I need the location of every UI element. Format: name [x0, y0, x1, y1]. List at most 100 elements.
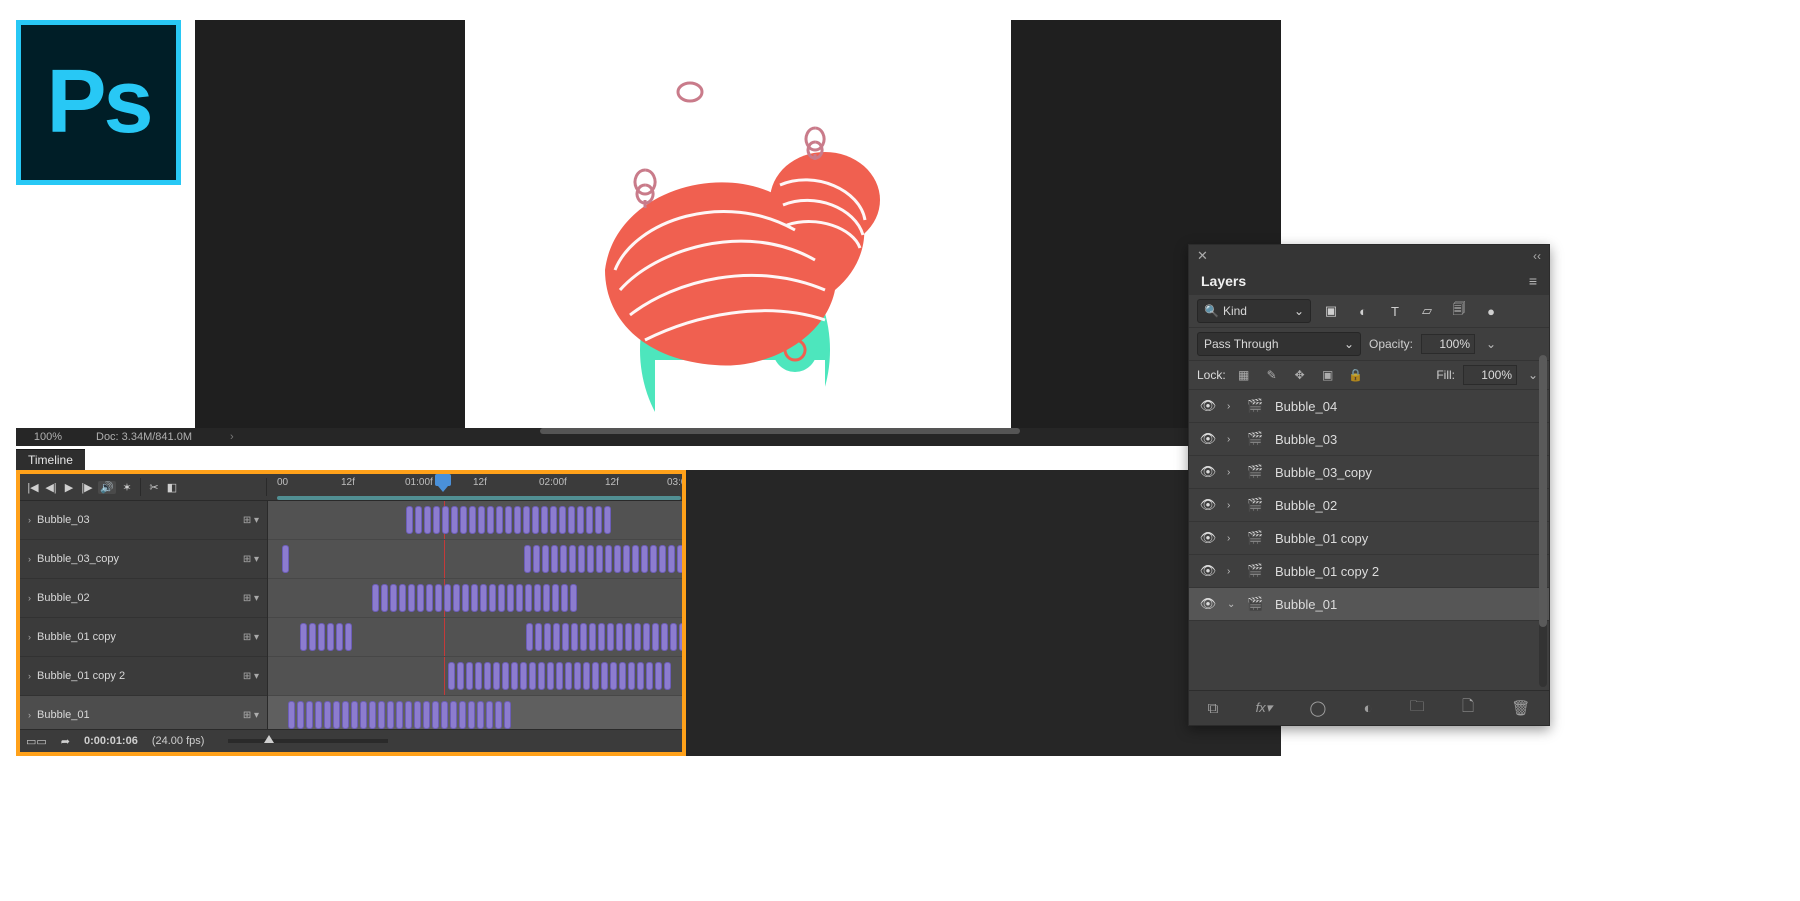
frame-thumb[interactable]: [604, 506, 611, 534]
frame-thumb[interactable]: [297, 701, 304, 729]
frame-thumb[interactable]: [670, 623, 677, 651]
layer-expand-chevron[interactable]: ›: [1227, 401, 1237, 412]
frame-thumb[interactable]: [309, 623, 316, 651]
layer-row[interactable]: 👁›🎬Bubble_02: [1189, 489, 1549, 522]
layer-row[interactable]: 👁›🎬Bubble_03_copy: [1189, 456, 1549, 489]
layer-name[interactable]: Bubble_02: [1275, 498, 1539, 513]
timecode[interactable]: 0:00:01:06: [84, 735, 138, 747]
layer-row[interactable]: 👁›🎬Bubble_01 copy 2: [1189, 555, 1549, 588]
timeline-settings-button[interactable]: ✶: [118, 481, 136, 494]
frame-thumb[interactable]: [405, 701, 412, 729]
frame-thumb[interactable]: [562, 623, 569, 651]
frame-thumb[interactable]: [570, 584, 577, 612]
clip-segment[interactable]: [524, 545, 682, 573]
layer-name[interactable]: Bubble_03_copy: [1275, 465, 1539, 480]
frame-thumb[interactable]: [632, 545, 639, 573]
blend-mode-select[interactable]: Pass Through ⌄: [1197, 332, 1361, 356]
clip-segment[interactable]: [288, 701, 511, 729]
playhead-handle[interactable]: [435, 474, 451, 486]
frame-thumb[interactable]: [625, 623, 632, 651]
frame-thumb[interactable]: [547, 662, 554, 690]
frame-thumb[interactable]: [390, 584, 397, 612]
frame-thumb[interactable]: [601, 662, 608, 690]
frame-thumb[interactable]: [475, 662, 482, 690]
fx-icon[interactable]: fx▾: [1256, 700, 1273, 716]
zoom-level[interactable]: 100%: [26, 431, 70, 443]
new-layer-icon[interactable]: 🗋: [1462, 696, 1474, 721]
frame-thumb[interactable]: [578, 545, 585, 573]
track-expand-chevron[interactable]: ›: [28, 554, 31, 564]
frame-thumb[interactable]: [559, 506, 566, 534]
visibility-eye-icon[interactable]: 👁: [1199, 563, 1217, 579]
frame-thumb[interactable]: [432, 701, 439, 729]
timeline-tracks[interactable]: [268, 501, 682, 729]
frame-thumb[interactable]: [580, 623, 587, 651]
artboard[interactable]: [465, 20, 1011, 428]
frame-thumb[interactable]: [468, 701, 475, 729]
visibility-eye-icon[interactable]: 👁: [1199, 464, 1217, 480]
layer-expand-chevron[interactable]: ›: [1227, 566, 1237, 577]
frame-thumb[interactable]: [423, 701, 430, 729]
filter-kind-select[interactable]: 🔍 Kind ⌄: [1197, 299, 1311, 323]
frame-thumb[interactable]: [560, 545, 567, 573]
frame-thumb[interactable]: [480, 584, 487, 612]
work-area-bar[interactable]: [277, 496, 681, 500]
frame-thumb[interactable]: [571, 623, 578, 651]
next-frame-button[interactable]: |▶: [78, 481, 96, 494]
frame-thumb[interactable]: [565, 662, 572, 690]
frame-thumb[interactable]: [534, 584, 541, 612]
layers-scrollbar[interactable]: [1539, 355, 1547, 687]
track-expand-chevron[interactable]: ›: [28, 632, 31, 642]
frame-thumb[interactable]: [487, 506, 494, 534]
frame-thumb[interactable]: [453, 584, 460, 612]
frame-thumb[interactable]: [448, 662, 455, 690]
close-icon[interactable]: ✕: [1197, 248, 1208, 264]
layers-tab[interactable]: Layers ≡: [1189, 267, 1549, 295]
layer-name[interactable]: Bubble_03: [1275, 432, 1539, 447]
frame-thumb[interactable]: [614, 545, 621, 573]
frame-thumb[interactable]: [315, 701, 322, 729]
frame-thumb[interactable]: [451, 506, 458, 534]
loop-icon[interactable]: ➦: [61, 735, 70, 748]
frame-thumb[interactable]: [342, 701, 349, 729]
layer-expand-chevron[interactable]: ›: [1227, 500, 1237, 511]
frame-thumb[interactable]: [538, 662, 545, 690]
track-options-icon[interactable]: ⊞ ▾: [243, 710, 259, 721]
timeline-track-label[interactable]: ›Bubble_03⊞ ▾: [20, 501, 267, 540]
frame-thumb[interactable]: [616, 623, 623, 651]
frame-thumb[interactable]: [469, 506, 476, 534]
timeline-ruler[interactable]: 0012f01:00f12f02:00f12f03:00f: [267, 474, 682, 501]
filter-adjustment-icon[interactable]: ◐: [1351, 301, 1375, 321]
filter-toggle-icon[interactable]: ●: [1479, 301, 1503, 321]
frame-thumb[interactable]: [652, 623, 659, 651]
frame-thumb[interactable]: [489, 584, 496, 612]
frame-thumb[interactable]: [607, 623, 614, 651]
frame-thumb[interactable]: [568, 506, 575, 534]
fill-value[interactable]: 100%: [1463, 365, 1517, 385]
frame-thumb[interactable]: [478, 506, 485, 534]
frame-thumb[interactable]: [457, 662, 464, 690]
frame-thumb[interactable]: [399, 584, 406, 612]
frame-thumb[interactable]: [471, 584, 478, 612]
clip-segment[interactable]: [372, 584, 577, 612]
frame-thumb[interactable]: [360, 701, 367, 729]
timeline-track[interactable]: [268, 696, 682, 729]
track-expand-chevron[interactable]: ›: [28, 515, 31, 525]
frame-thumb[interactable]: [525, 584, 532, 612]
doc-info-menu-chevron[interactable]: ›: [230, 431, 234, 443]
frame-thumb[interactable]: [650, 545, 657, 573]
opacity-slider-chevron[interactable]: ⌄: [1483, 337, 1499, 351]
layer-row[interactable]: 👁›🎬Bubble_04: [1189, 390, 1549, 423]
frame-thumb[interactable]: [496, 506, 503, 534]
frame-thumb[interactable]: [406, 506, 413, 534]
filter-type-icon[interactable]: T: [1383, 301, 1407, 321]
frame-thumb[interactable]: [569, 545, 576, 573]
frame-thumb[interactable]: [441, 701, 448, 729]
timeline-panel-tab[interactable]: Timeline: [16, 449, 85, 472]
frame-thumb[interactable]: [551, 545, 558, 573]
frame-thumb[interactable]: [529, 662, 536, 690]
frame-thumb[interactable]: [511, 662, 518, 690]
frame-thumb[interactable]: [495, 701, 502, 729]
collapse-icon[interactable]: ‹‹: [1533, 249, 1541, 263]
frame-thumb[interactable]: [345, 623, 352, 651]
